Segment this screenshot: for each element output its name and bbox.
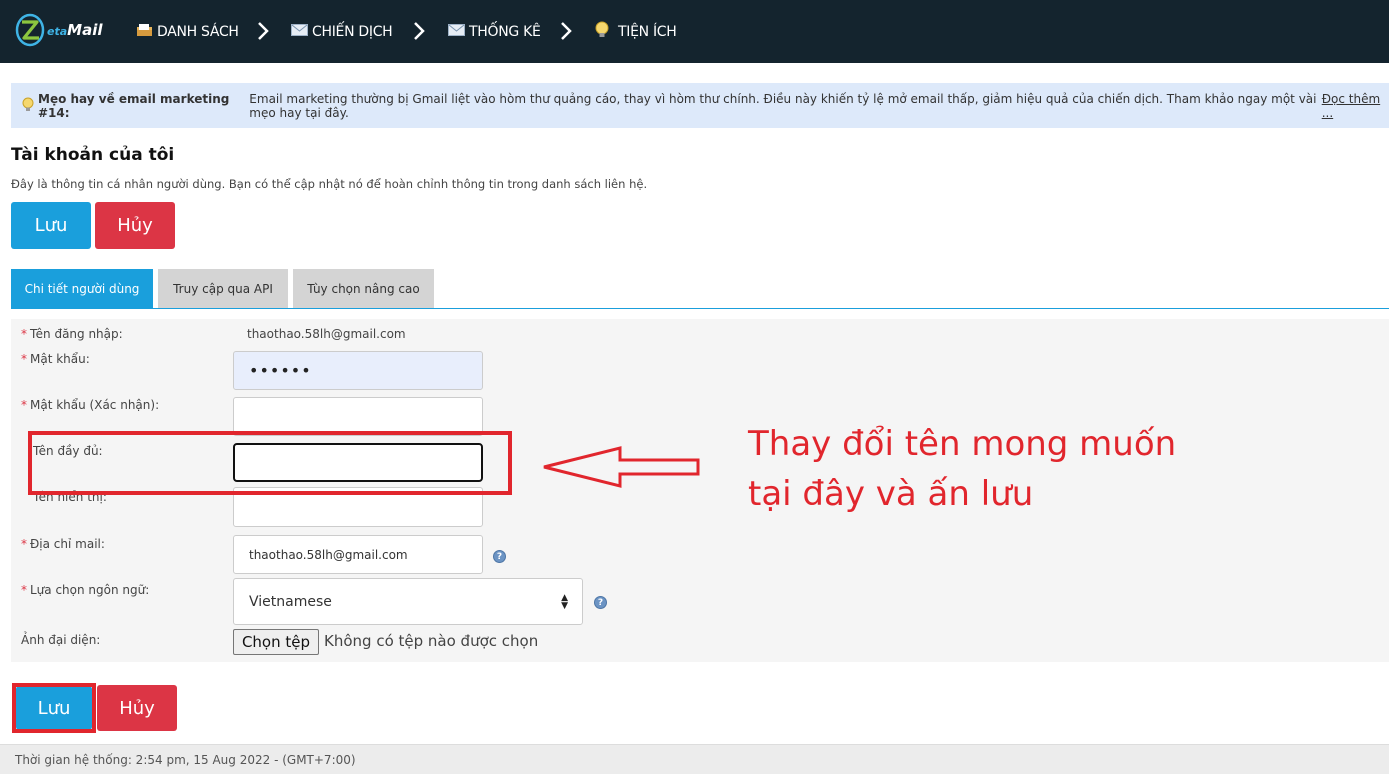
email-field[interactable]: thaothao.58lh@gmail.com bbox=[233, 535, 483, 574]
avatar-label: Ảnh đại diện: bbox=[21, 633, 101, 647]
zetamail-logo[interactable]: etaMail bbox=[15, 12, 107, 48]
tip-banner: Mẹo hay về email marketing #14: Email ma… bbox=[11, 83, 1389, 128]
password-field[interactable]: •••••• bbox=[233, 351, 483, 390]
nav-item-chien-dich[interactable]: CHIẾN DỊCH bbox=[291, 0, 393, 63]
annotation-text-line2: tại đây và ấn lưu bbox=[748, 474, 1034, 514]
tab-underline bbox=[11, 308, 1389, 309]
cancel-button-top[interactable]: Hủy bbox=[95, 202, 175, 249]
envelope-icon bbox=[448, 23, 465, 40]
tab-user-details[interactable]: Chi tiết người dùng bbox=[11, 269, 153, 309]
nav-item-thong-ke[interactable]: THỐNG KÊ bbox=[448, 0, 541, 63]
list-folder-icon bbox=[136, 22, 153, 41]
top-navbar: etaMail DANH SÁCH CHIẾN DỊCH THỐNG KÊ TI… bbox=[0, 0, 1389, 63]
footer-system-time: Thời gian hệ thống: 2:54 pm, 15 Aug 2022… bbox=[0, 744, 1389, 774]
nav-item-label: DANH SÁCH bbox=[157, 23, 239, 40]
language-selected-value: Vietnamese bbox=[249, 593, 332, 610]
file-status-text: Không có tệp nào được chọn bbox=[324, 632, 539, 650]
lightbulb-icon bbox=[21, 97, 35, 115]
logo-text: etaMail bbox=[47, 21, 103, 39]
cancel-button-bottom[interactable]: Hủy bbox=[97, 685, 177, 731]
email-label: * Địa chỉ mail: bbox=[21, 537, 105, 551]
annotation-save-highlight-box bbox=[12, 683, 96, 733]
annotation-text-line1: Thay đổi tên mong muốn bbox=[748, 424, 1177, 464]
lightbulb-icon bbox=[594, 21, 610, 42]
read-more-link[interactable]: Đọc thêm ... bbox=[1322, 92, 1389, 120]
tip-title: Mẹo hay về email marketing #14: bbox=[38, 91, 230, 120]
chevron-right-icon bbox=[561, 22, 572, 40]
page-description: Đây là thông tin cá nhân người dùng. Bạn… bbox=[11, 177, 648, 191]
username-label: * Tên đăng nhập: bbox=[21, 327, 123, 341]
username-value: thaothao.58lh@gmail.com bbox=[247, 327, 406, 341]
nav-item-danh-sach[interactable]: DANH SÁCH bbox=[136, 0, 239, 63]
tab-api-access[interactable]: Truy cập qua API bbox=[158, 269, 288, 309]
logo-z-icon bbox=[15, 13, 45, 47]
annotation-arrow-icon bbox=[543, 446, 700, 488]
select-arrows-icon: ▲ ▼ bbox=[561, 593, 568, 611]
chevron-right-icon bbox=[414, 22, 425, 40]
nav-item-tien-ich[interactable]: TIỆN ÍCH bbox=[594, 0, 677, 63]
password-confirm-label: * Mật khẩu (Xác nhận): bbox=[21, 398, 160, 412]
tab-advanced-options[interactable]: Tùy chọn nâng cao bbox=[293, 269, 434, 309]
envelope-icon bbox=[291, 23, 308, 40]
password-label: * Mật khẩu: bbox=[21, 352, 90, 366]
nav-item-label: TIỆN ÍCH bbox=[618, 23, 677, 40]
language-select[interactable]: Vietnamese ▲ ▼ bbox=[233, 578, 583, 625]
chevron-right-icon bbox=[258, 22, 269, 40]
help-icon[interactable]: ? bbox=[493, 550, 506, 563]
choose-file-button[interactable]: Chọn tệp bbox=[233, 629, 319, 655]
tip-text: Email marketing thường bị Gmail liệt vào… bbox=[249, 91, 1317, 120]
help-icon[interactable]: ? bbox=[594, 596, 607, 609]
page-title: Tài khoản của tôi bbox=[11, 145, 175, 165]
language-label: * Lựa chọn ngôn ngữ: bbox=[21, 583, 150, 597]
save-button-top[interactable]: Lưu bbox=[11, 202, 91, 249]
nav-item-label: THỐNG KÊ bbox=[469, 23, 541, 40]
annotation-highlight-box bbox=[28, 431, 512, 495]
nav-item-label: CHIẾN DỊCH bbox=[312, 23, 393, 40]
